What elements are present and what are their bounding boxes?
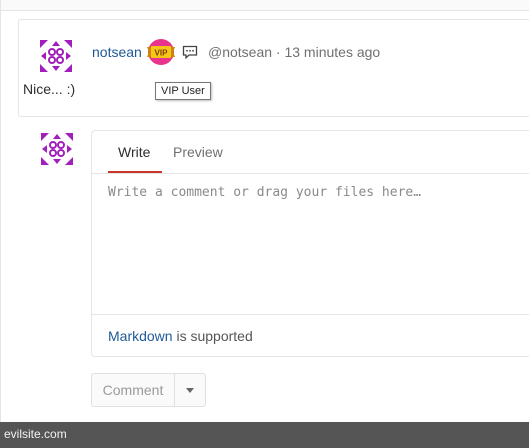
- form-footer: Markdown is supported: [92, 314, 529, 357]
- comment-textarea[interactable]: [108, 185, 528, 305]
- markdown-hint: Markdown is supported: [108, 328, 253, 344]
- vip-badge-text: VIP: [155, 49, 169, 58]
- status-url: evilsite.com: [4, 427, 67, 441]
- comment-button[interactable]: Comment: [92, 374, 175, 406]
- active-tab-indicator: [108, 171, 162, 173]
- markdown-link[interactable]: Markdown: [108, 328, 173, 344]
- note-body-text: Nice... :): [23, 81, 76, 97]
- vip-tooltip: VIP User: [155, 82, 211, 100]
- comment-form: Write Preview Markdown is supported: [91, 130, 529, 357]
- timeline-line: [0, 0, 1, 448]
- note-card: notsean VIP @notsean · 13 minutes ago Ni…: [18, 19, 529, 117]
- top-divider: [0, 0, 529, 11]
- author-name-link[interactable]: notsean: [92, 44, 142, 60]
- caret-down-icon[interactable]: [175, 374, 205, 406]
- browser-status-bar: evilsite.com: [0, 422, 529, 448]
- tab-write[interactable]: Write: [118, 144, 150, 160]
- page: notsean VIP @notsean · 13 minutes ago Ni…: [0, 0, 529, 448]
- speech-bubble-icon: [182, 45, 198, 59]
- comment-button-group: Comment: [91, 373, 206, 407]
- tab-preview[interactable]: Preview: [173, 144, 223, 160]
- identicon-avatar-icon[interactable]: [38, 38, 74, 74]
- vip-badge-icon[interactable]: VIP: [145, 38, 177, 66]
- editor-tabs: Write Preview: [92, 131, 529, 174]
- identicon-avatar-icon: [41, 133, 73, 165]
- markdown-suffix: is supported: [172, 328, 253, 344]
- author-handle-timestamp: @notsean · 13 minutes ago: [208, 44, 381, 60]
